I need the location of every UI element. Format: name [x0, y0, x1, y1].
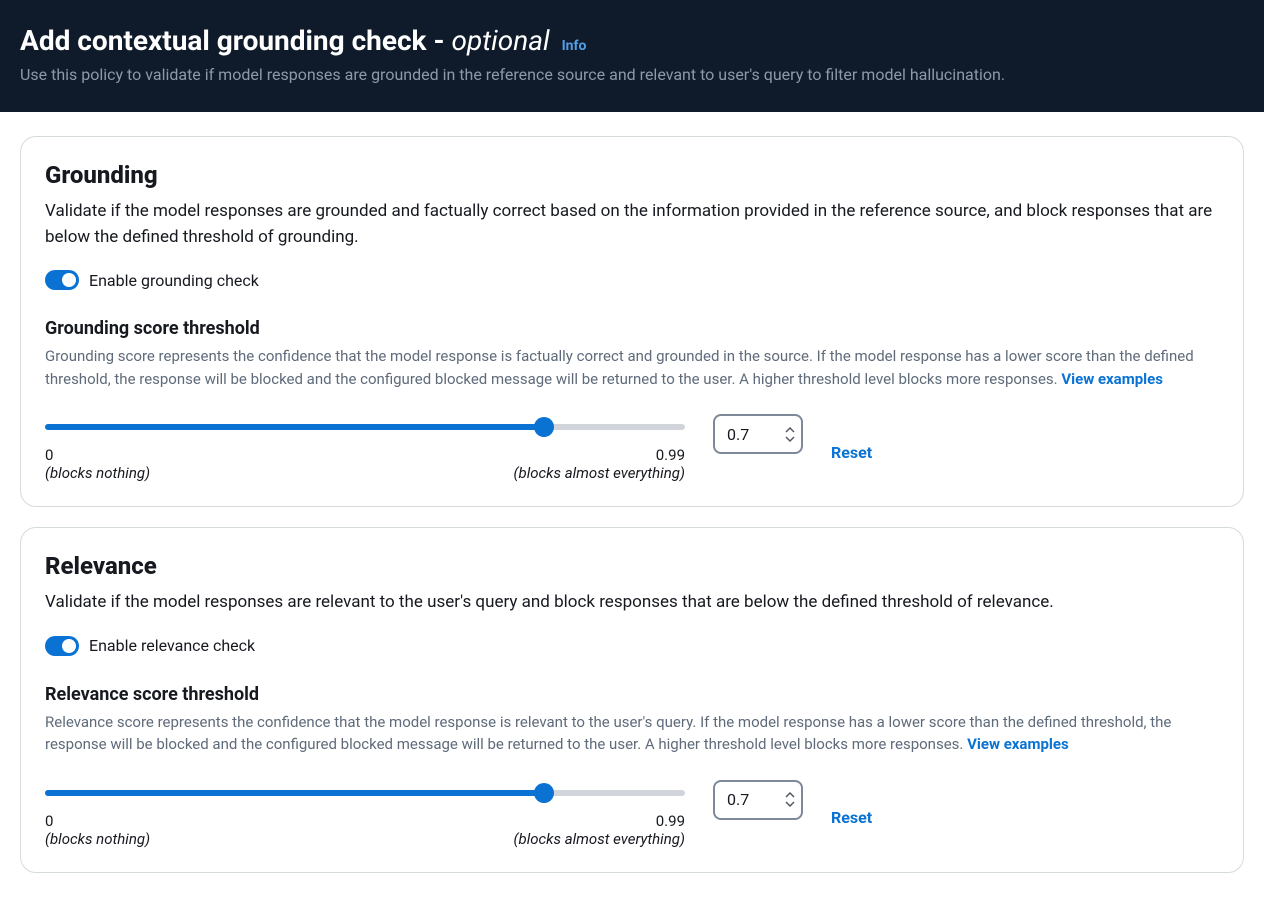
relevance-slider-max-sub: (blocks almost everything): [514, 830, 685, 848]
grounding-threshold-help: Grounding score represents the confidenc…: [45, 345, 1219, 390]
grounding-slider-max-sub: (blocks almost everything): [514, 464, 685, 482]
grounding-slider-min-val: 0: [45, 446, 150, 464]
relevance-card: Relevance Validate if the model response…: [20, 527, 1244, 873]
grounding-value-input[interactable]: 0.7: [713, 414, 803, 454]
grounding-title: Grounding: [45, 161, 1219, 189]
relevance-slider-thumb[interactable]: [534, 783, 554, 803]
page-title-optional: optional: [451, 24, 549, 57]
grounding-slider-max-val: 0.99: [514, 446, 685, 464]
chevron-down-icon[interactable]: [785, 435, 795, 442]
grounding-slider-min-sub: (blocks nothing): [45, 464, 150, 482]
grounding-view-examples-link[interactable]: View examples: [1061, 370, 1163, 388]
grounding-stepper[interactable]: [785, 427, 795, 442]
relevance-slider-min: 0 (blocks nothing): [45, 812, 150, 848]
relevance-stepper[interactable]: [785, 792, 795, 807]
relevance-title: Relevance: [45, 552, 1219, 580]
relevance-view-examples-link[interactable]: View examples: [967, 735, 1069, 753]
grounding-value: 0.7: [727, 425, 785, 444]
grounding-threshold-title: Grounding score threshold: [45, 318, 1219, 339]
grounding-enable-toggle[interactable]: [45, 270, 79, 290]
chevron-down-icon[interactable]: [785, 800, 795, 807]
grounding-slider-thumb[interactable]: [534, 417, 554, 437]
grounding-description: Validate if the model responses are grou…: [45, 199, 1219, 250]
grounding-enable-label: Enable grounding check: [89, 271, 259, 290]
grounding-card: Grounding Validate if the model response…: [20, 136, 1244, 507]
page-header: Add contextual grounding check - optiona…: [0, 0, 1264, 112]
relevance-slider[interactable]: [45, 780, 685, 804]
page-title-main: Add contextual grounding check -: [20, 24, 451, 57]
grounding-slider-min: 0 (blocks nothing): [45, 446, 150, 482]
grounding-threshold-help-text: Grounding score represents the confidenc…: [45, 347, 1194, 388]
page-title: Add contextual grounding check - optiona…: [20, 24, 550, 57]
relevance-enable-toggle[interactable]: [45, 636, 79, 656]
relevance-description: Validate if the model responses are rele…: [45, 590, 1219, 616]
relevance-slider-min-val: 0: [45, 812, 150, 830]
grounding-reset-button[interactable]: Reset: [831, 443, 872, 462]
relevance-reset-button[interactable]: Reset: [831, 808, 872, 827]
relevance-slider-min-sub: (blocks nothing): [45, 830, 150, 848]
grounding-slider[interactable]: [45, 414, 685, 438]
relevance-slider-max-val: 0.99: [514, 812, 685, 830]
relevance-enable-label: Enable relevance check: [89, 636, 255, 655]
relevance-threshold-help: Relevance score represents the confidenc…: [45, 711, 1219, 756]
relevance-slider-max: 0.99 (blocks almost everything): [514, 812, 685, 848]
grounding-slider-max: 0.99 (blocks almost everything): [514, 446, 685, 482]
info-link[interactable]: Info: [562, 38, 587, 54]
relevance-value: 0.7: [727, 790, 785, 809]
relevance-threshold-title: Relevance score threshold: [45, 684, 1219, 705]
relevance-value-input[interactable]: 0.7: [713, 780, 803, 820]
chevron-up-icon[interactable]: [785, 427, 795, 434]
chevron-up-icon[interactable]: [785, 792, 795, 799]
page-description: Use this policy to validate if model res…: [20, 65, 1244, 84]
